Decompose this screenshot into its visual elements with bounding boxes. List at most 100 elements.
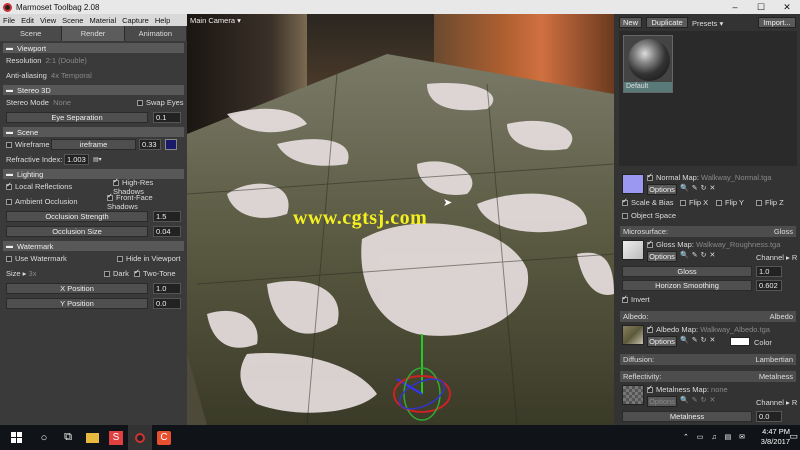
transform-gizmo[interactable] [387, 324, 457, 424]
refractive-index-dropdown-icon[interactable]: ▤▾ [93, 156, 102, 163]
diffusion-mode[interactable]: Lambertian [755, 354, 793, 365]
watermark-size-value[interactable]: 3x [29, 269, 37, 278]
normal-map-tool-icons[interactable]: 🔍✎↻✕ [680, 184, 718, 192]
duplicate-material-button[interactable]: Duplicate [646, 17, 688, 28]
system-tray-icons[interactable]: ⌃ ▭ ♫ ▤ ✉ [683, 433, 748, 441]
metalness-channel[interactable]: Channel ▸ R [756, 398, 797, 407]
menu-view[interactable]: View [37, 16, 59, 25]
presets-dropdown[interactable]: Presets ▾ [692, 19, 723, 28]
eye-separation-value[interactable]: 0.1 [153, 112, 181, 123]
use-watermark-checkbox[interactable] [6, 255, 12, 262]
occlusion-strength-slider[interactable]: Occlusion Strength [6, 211, 148, 222]
reflectivity-mode[interactable]: Metalness [759, 371, 793, 382]
ambient-occlusion-checkbox[interactable] [6, 198, 12, 205]
metalness-map-checkbox[interactable] [647, 384, 653, 394]
antialiasing-row[interactable]: Anti-aliasing 4x Temporal [3, 68, 184, 83]
normal-map-file[interactable]: Walkway_Normal.tga [701, 173, 772, 182]
flip-z-checkbox[interactable] [756, 200, 762, 207]
local-reflections-checkbox[interactable] [6, 181, 12, 190]
albedo-map-tool-icons[interactable]: 🔍✎↻✕ [680, 336, 718, 344]
albedo-options-button[interactable]: Options [647, 336, 677, 347]
occlusion-strength-value[interactable]: 1.5 [153, 211, 181, 222]
metalness-slider[interactable]: Metalness [622, 411, 752, 422]
app-c-icon[interactable]: C [152, 425, 176, 450]
gloss-value[interactable]: 1.0 [756, 266, 782, 277]
import-button[interactable]: Import... [758, 17, 796, 28]
x-position-slider[interactable]: X Position [6, 283, 148, 294]
gloss-map-checkbox[interactable] [647, 239, 653, 249]
invert-checkbox[interactable] [622, 294, 628, 304]
reflectivity-header[interactable]: Reflectivity: Metalness [620, 371, 796, 382]
x-position-value[interactable]: 1.0 [153, 283, 181, 294]
diffusion-header[interactable]: Diffusion: Lambertian [620, 354, 796, 365]
menu-file[interactable]: File [0, 16, 18, 25]
metalness-options-button[interactable]: Options [647, 396, 677, 407]
gloss-map-tool-icons[interactable]: 🔍✎↻✕ [680, 251, 718, 259]
hide-in-viewport-checkbox[interactable] [117, 256, 123, 263]
maximize-button[interactable]: ☐ [748, 0, 774, 14]
wireframe-slider[interactable]: ireframe [51, 139, 136, 150]
dark-checkbox[interactable] [104, 271, 110, 278]
gloss-channel[interactable]: Channel ▸ R [756, 253, 797, 262]
wireframe-color-swatch[interactable] [165, 139, 177, 150]
albedo-map-file[interactable]: Walkway_Albedo.tga [700, 325, 770, 334]
albedo-color-swatch[interactable] [730, 337, 750, 346]
metalness-channel-value[interactable]: R [792, 398, 797, 407]
stereo-section-header[interactable]: ▬ Stereo 3D [3, 85, 184, 95]
camera-selector[interactable]: Main Camera ▾ [190, 16, 241, 25]
menu-capture[interactable]: Capture [119, 16, 152, 25]
file-explorer-icon[interactable] [80, 425, 104, 450]
gloss-slider[interactable]: Gloss [622, 266, 752, 277]
app-s-icon[interactable]: S [104, 425, 128, 450]
albedo-header[interactable]: Albedo: Albedo [620, 311, 796, 322]
new-material-button[interactable]: New [619, 17, 642, 28]
tab-scene[interactable]: Scene [0, 26, 62, 41]
menu-edit[interactable]: Edit [18, 16, 37, 25]
front-face-shadows-checkbox[interactable] [107, 192, 113, 201]
tab-render[interactable]: Render [62, 26, 124, 41]
close-button[interactable]: ✕ [774, 0, 800, 14]
metalness-value[interactable]: 0.0 [756, 411, 782, 422]
3d-viewport[interactable]: Main Camera ▾ www.cgtsj.com ➤ [187, 14, 614, 425]
y-position-value[interactable]: 0.0 [153, 298, 181, 309]
minimize-button[interactable]: – [722, 0, 748, 14]
flip-y-checkbox[interactable] [716, 200, 722, 207]
albedo-map-thumbnail[interactable] [622, 325, 644, 345]
stereo-mode-row[interactable]: Stereo Mode None Swap Eyes [3, 95, 184, 110]
scene-section-header[interactable]: ▬ Scene [3, 127, 184, 137]
gloss-channel-value[interactable]: R [792, 253, 797, 262]
occlusion-size-slider[interactable]: Occlusion Size [6, 226, 148, 237]
marmoset-taskbar-icon[interactable] [128, 425, 152, 450]
viewport-section-header[interactable]: ▬ Viewport [3, 43, 184, 53]
y-position-slider[interactable]: Y Position [6, 298, 148, 309]
normal-map-thumbnail[interactable] [622, 174, 644, 194]
system-clock[interactable]: 4:47 PM 3/8/2017 [761, 427, 790, 447]
microsurface-header[interactable]: Microsurface: Gloss [620, 226, 796, 237]
refractive-index-value[interactable]: 1.003 [64, 154, 89, 165]
watermark-section-header[interactable]: ▬ Watermark [3, 241, 184, 251]
metalness-map-thumbnail[interactable] [622, 385, 644, 405]
resolution-value[interactable]: 2:1 (Double) [46, 56, 87, 65]
microsurface-mode[interactable]: Gloss [774, 226, 793, 237]
task-view-icon[interactable]: ⧉ [56, 425, 80, 450]
metalness-map-tool-icons[interactable]: 🔍✎↻✕ [680, 396, 718, 404]
resolution-row[interactable]: Resolution 2:1 (Double) [3, 53, 184, 68]
metalness-map-value[interactable]: none [711, 385, 728, 394]
albedo-mode[interactable]: Albedo [770, 311, 793, 322]
stereo-mode-value[interactable]: None [53, 98, 71, 107]
search-icon[interactable]: ○ [32, 425, 56, 450]
menu-help[interactable]: Help [152, 16, 173, 25]
gloss-options-button[interactable]: Options [647, 251, 677, 262]
normal-map-checkbox[interactable] [647, 172, 653, 182]
antialiasing-value[interactable]: 4x Temporal [51, 71, 92, 80]
two-tone-checkbox[interactable] [134, 268, 140, 278]
normal-options-button[interactable]: Options [647, 184, 677, 195]
notifications-icon[interactable]: ▭ [789, 431, 798, 442]
windows-start-icon[interactable] [0, 425, 32, 450]
menu-material[interactable]: Material [86, 16, 119, 25]
object-space-checkbox[interactable] [622, 213, 628, 220]
tab-animation[interactable]: Animation [124, 26, 186, 41]
eye-separation-slider[interactable]: Eye Separation [6, 112, 148, 123]
horizon-smoothing-slider[interactable]: Horizon Smoothing [622, 280, 752, 291]
material-thumbnail-default[interactable]: Default [623, 35, 673, 93]
